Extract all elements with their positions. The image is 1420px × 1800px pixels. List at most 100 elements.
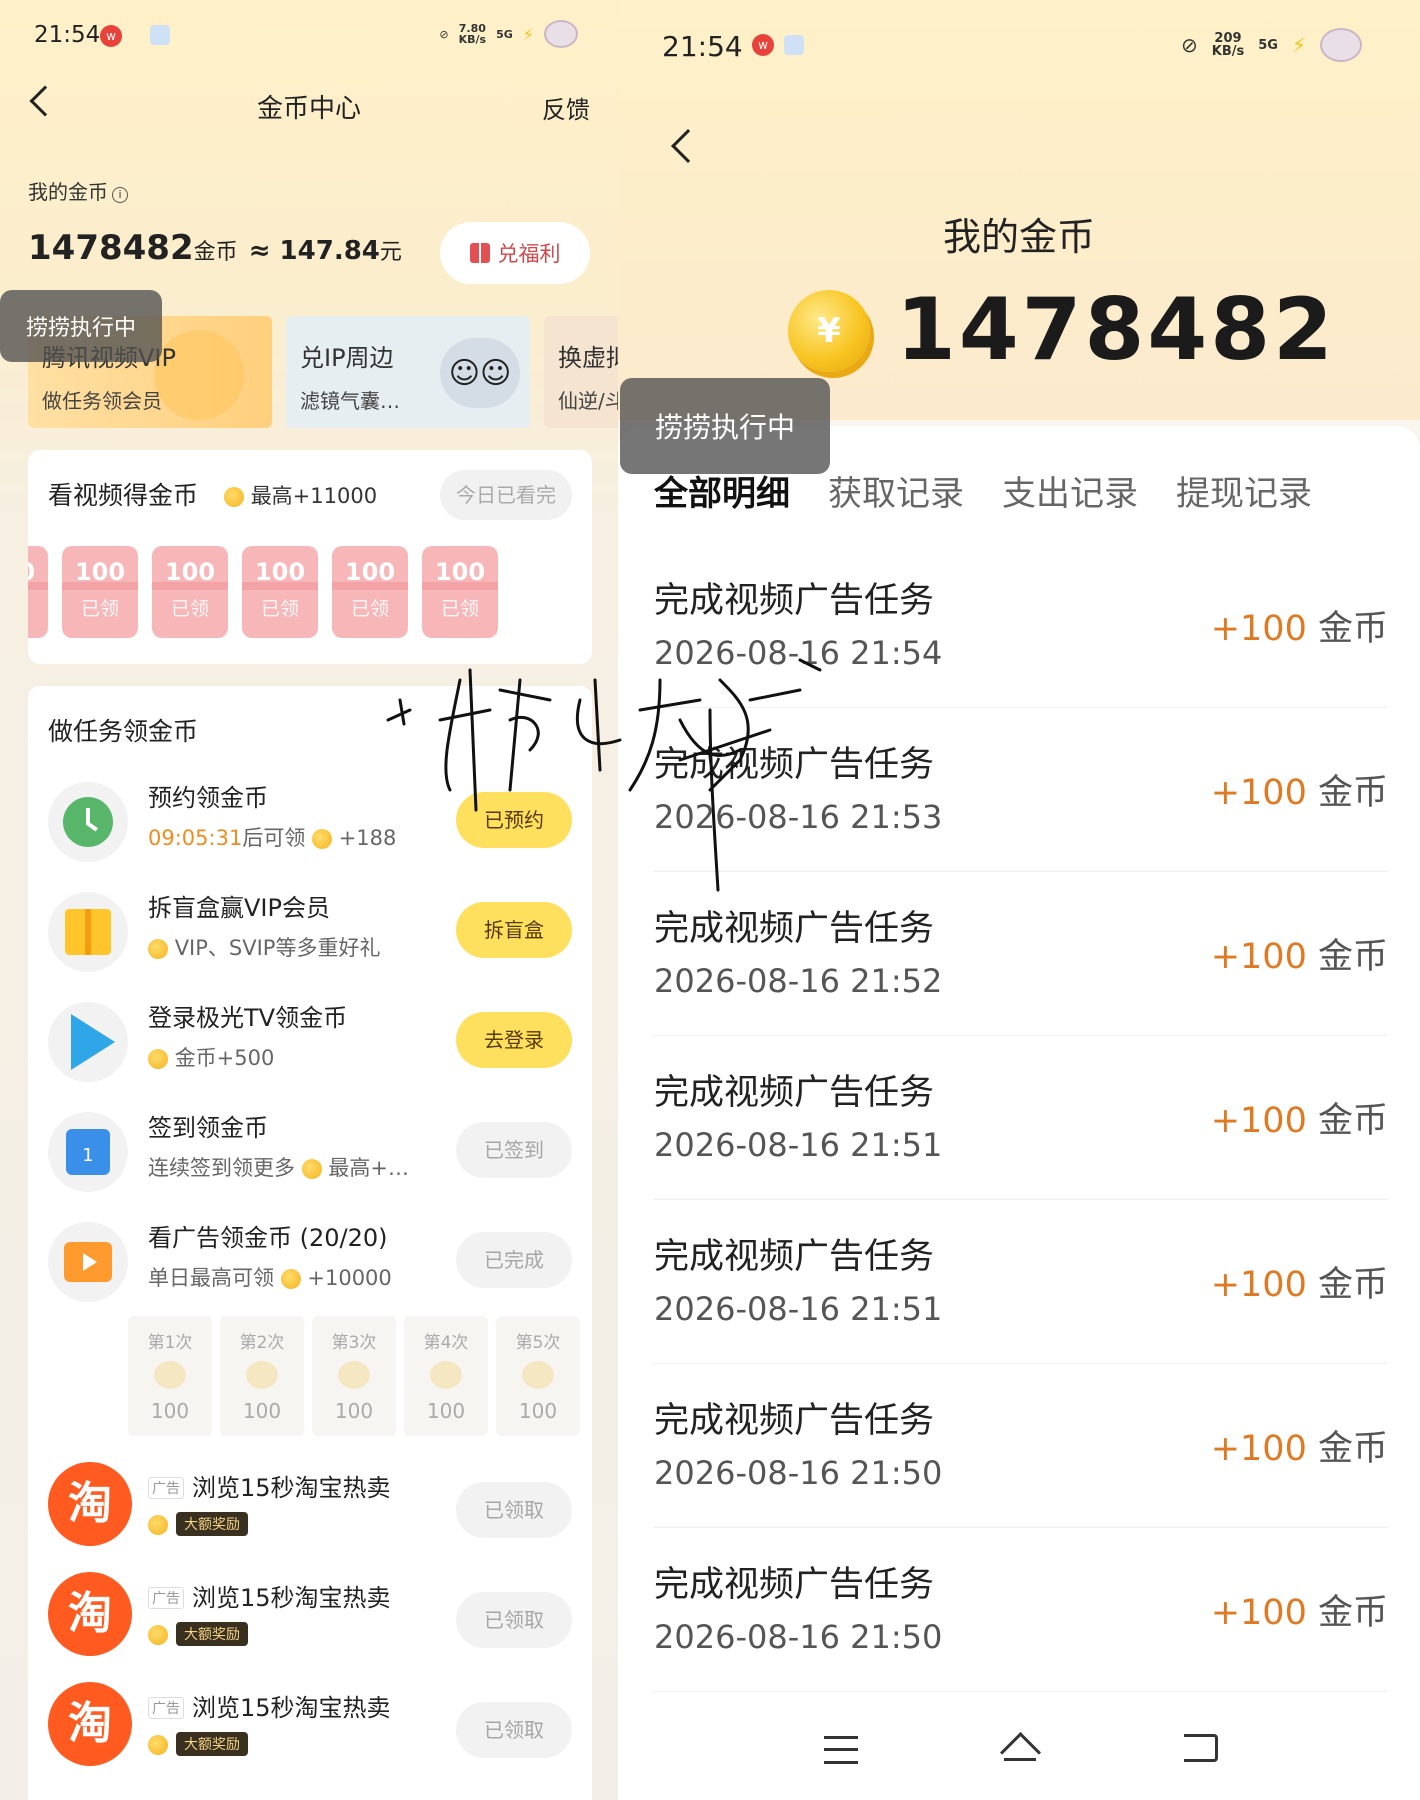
gift-icon [65, 909, 111, 955]
reserved-button[interactable]: 已预约 [456, 792, 572, 848]
ad-try-slot: 第4次 100 [404, 1316, 488, 1436]
coin-icon [148, 1625, 168, 1645]
coin-icon [154, 1361, 186, 1389]
claimed-button[interactable]: 已领取 [456, 1592, 572, 1648]
tasks-card: 做任务领金币 预约领金币 09:05:31后可领 +188 已预约 拆盲盒赢VI… [28, 686, 592, 1800]
claimed-button[interactable]: 已领取 [456, 1482, 572, 1538]
status-time: 21:54 [34, 22, 101, 48]
taobao-logo-icon: 淘 [48, 1462, 132, 1546]
promo-virtual[interactable]: 换虚拟 仙逆/斗 [544, 316, 618, 428]
signal-icon: 5G [496, 27, 513, 41]
calendar-icon: 1 [66, 1129, 110, 1175]
watch-video-card: 看视频得金币 最高+11000 今日已看完 100 已领 100 已领 100 已领 … [28, 450, 592, 664]
task-blind-box: 拆盲盒赢VIP会员 VIP、SVIP等多重好礼 拆盲盒 [28, 882, 592, 982]
coin-icon [224, 487, 244, 507]
red-envelope[interactable]: 100已领 [332, 546, 408, 638]
eye-off-icon: ⊘ [1181, 33, 1198, 57]
menu-icon[interactable] [824, 1736, 858, 1764]
tv-play-icon [71, 1014, 115, 1070]
back-icon[interactable] [671, 129, 705, 163]
gallery-icon [150, 25, 170, 45]
go-login-button[interactable]: 去登录 [456, 1012, 572, 1068]
running-toast: 捞捞执行中 [620, 378, 830, 474]
coin-balance: 1478482金币 ≈ 147.84元 [28, 228, 402, 268]
coin-pile-icon [522, 1361, 554, 1389]
home-icon[interactable] [1000, 1732, 1040, 1766]
ad-try-slot: 第1次 100 [128, 1316, 212, 1436]
status-bar: 21:54 w ⊘ 209 KB/s 5G ⚡ [618, 0, 1420, 90]
red-envelope[interactable]: 100已领 [28, 546, 48, 638]
list-item[interactable]: 完成视频广告任务 2026-08-16 21:50 +100 金币 [654, 1528, 1388, 1692]
ad-task-taobao: 淘 广告 浏览15秒淘宝热卖 大额奖励 已领取 [28, 1682, 592, 1782]
list-item[interactable]: 完成视频广告任务 2026-08-16 21:50 +100 金币 [654, 1364, 1388, 1528]
list-item[interactable]: 完成视频广告任务 2026-08-16 21:51 +100 金币 [654, 1200, 1388, 1364]
gift-icon [469, 243, 490, 263]
task-watch-ads: 看广告领金币 (20/20) 单日最高可领 +10000 已完成 [28, 1212, 592, 1312]
nav-bar: 金币中心 反馈 [0, 78, 618, 130]
signed-in-button[interactable]: 已签到 [456, 1122, 572, 1178]
task-sign-in: 1 签到领金币 连续签到领更多 最高+… 已签到 [28, 1102, 592, 1202]
coin-icon [148, 939, 168, 959]
eye-off-icon: ⊘ [439, 27, 449, 41]
coin-center-screen: 21:54 w ⊘ 7.80 KB/s 5G ⚡ 金币中心 反馈 我的金币 i 14… [0, 0, 618, 1800]
coin-icon [301, 1159, 322, 1179]
task-login-tv: 登录极光TV领金币 金币+500 去登录 [28, 992, 592, 1092]
red-envelope[interactable]: 100已领 [422, 546, 498, 638]
list-item[interactable]: 完成视频广告任务 2026-08-16 21:53 +100 金币 [654, 708, 1388, 872]
coin-pile-icon [430, 1361, 462, 1389]
feedback-link[interactable]: 反馈 [542, 90, 590, 125]
coin-balance: 1478482 [896, 280, 1336, 380]
network-speed: 209 KB/s [1211, 31, 1245, 59]
coin-stack-icon [246, 1361, 278, 1389]
weibo-icon: w [752, 34, 774, 56]
my-coins-label: 我的金币 i [28, 176, 128, 205]
red-envelope[interactable]: 100已领 [152, 546, 228, 638]
coin-icon [280, 1269, 301, 1289]
watch-video-max: 最高+11000 [224, 480, 377, 510]
battery-avatar-icon [544, 20, 578, 48]
tab-earn-records[interactable]: 获取记录 [828, 466, 964, 515]
charging-icon: ⚡ [522, 24, 534, 44]
back-nav-icon[interactable] [1184, 1734, 1218, 1762]
watch-video-title: 看视频得金币 [48, 481, 199, 510]
coin-icon [148, 1735, 168, 1755]
completed-button[interactable]: 已完成 [456, 1232, 572, 1288]
list-item[interactable]: 完成视频广告任务 2026-08-16 21:52 +100 金币 [654, 872, 1388, 1036]
red-envelope[interactable]: 100已领 [62, 546, 138, 638]
ad-task-taobao: 淘 广告 浏览15秒淘宝热卖 大额奖励 已领取 [28, 1572, 592, 1672]
records-panel: 全部明细 获取记录 支出记录 提现记录 完成视频广告任务 2026-08-16 … [618, 426, 1420, 1800]
coin-icon [312, 829, 333, 849]
anime-characters-icon: ☺☺ [440, 338, 520, 408]
weibo-icon: w [100, 25, 122, 47]
tab-withdraw-records[interactable]: 提现记录 [1176, 466, 1312, 515]
ad-watch-progress: 第1次 100 第2次 100 第3次 100 第4次 100 第5次 100 [128, 1316, 588, 1436]
gallery-icon [784, 34, 804, 55]
status-bar: 21:54 w ⊘ 7.80 KB/s 5G ⚡ [0, 0, 618, 72]
tasks-title: 做任务领金币 [48, 717, 199, 746]
ad-task-taobao: 淘 广告 浏览15秒淘宝热卖 大额奖励 已领取 [28, 1462, 592, 1562]
coin-icon [148, 1049, 168, 1069]
ad-try-slot: 第3次 100 [312, 1316, 396, 1436]
charging-icon: ⚡ [1291, 33, 1306, 57]
list-item[interactable]: 完成视频广告任务 2026-08-16 21:51 +100 金币 [654, 1036, 1388, 1200]
video-ad-icon [64, 1242, 112, 1282]
list-item[interactable]: 完成视频广告任务 2026-08-16 21:54 +100 金币 [654, 544, 1388, 708]
page-title: 金币中心 [256, 94, 361, 124]
network-speed: 7.80 KB/s [458, 22, 487, 46]
claimed-button[interactable]: 已领取 [456, 1702, 572, 1758]
tab-spend-records[interactable]: 支出记录 [1002, 466, 1138, 515]
coin-icon [148, 1515, 168, 1535]
taobao-logo-icon: 淘 [48, 1682, 132, 1766]
open-blind-box-button[interactable]: 拆盲盒 [456, 902, 572, 958]
ad-try-slot: 第2次 100 [220, 1316, 304, 1436]
page-title: 我的金币 [942, 215, 1095, 259]
running-toast: 捞捞执行中 [0, 290, 162, 362]
redeem-benefits-button[interactable]: 兑福利 [440, 222, 590, 284]
clock-icon [63, 797, 113, 847]
watched-today-button[interactable]: 今日已看完 [440, 470, 572, 520]
promo-ip-merch[interactable]: ☺☺ 兑IP周边 滤镜气囊… [286, 316, 530, 428]
red-envelope[interactable]: 100已领 [242, 546, 318, 638]
taobao-logo-icon: 淘 [48, 1572, 132, 1656]
envelope-row: 100已领 100已领 100已领 100已领 100已领 100已领 [28, 546, 592, 638]
info-icon[interactable]: i [112, 187, 128, 203]
